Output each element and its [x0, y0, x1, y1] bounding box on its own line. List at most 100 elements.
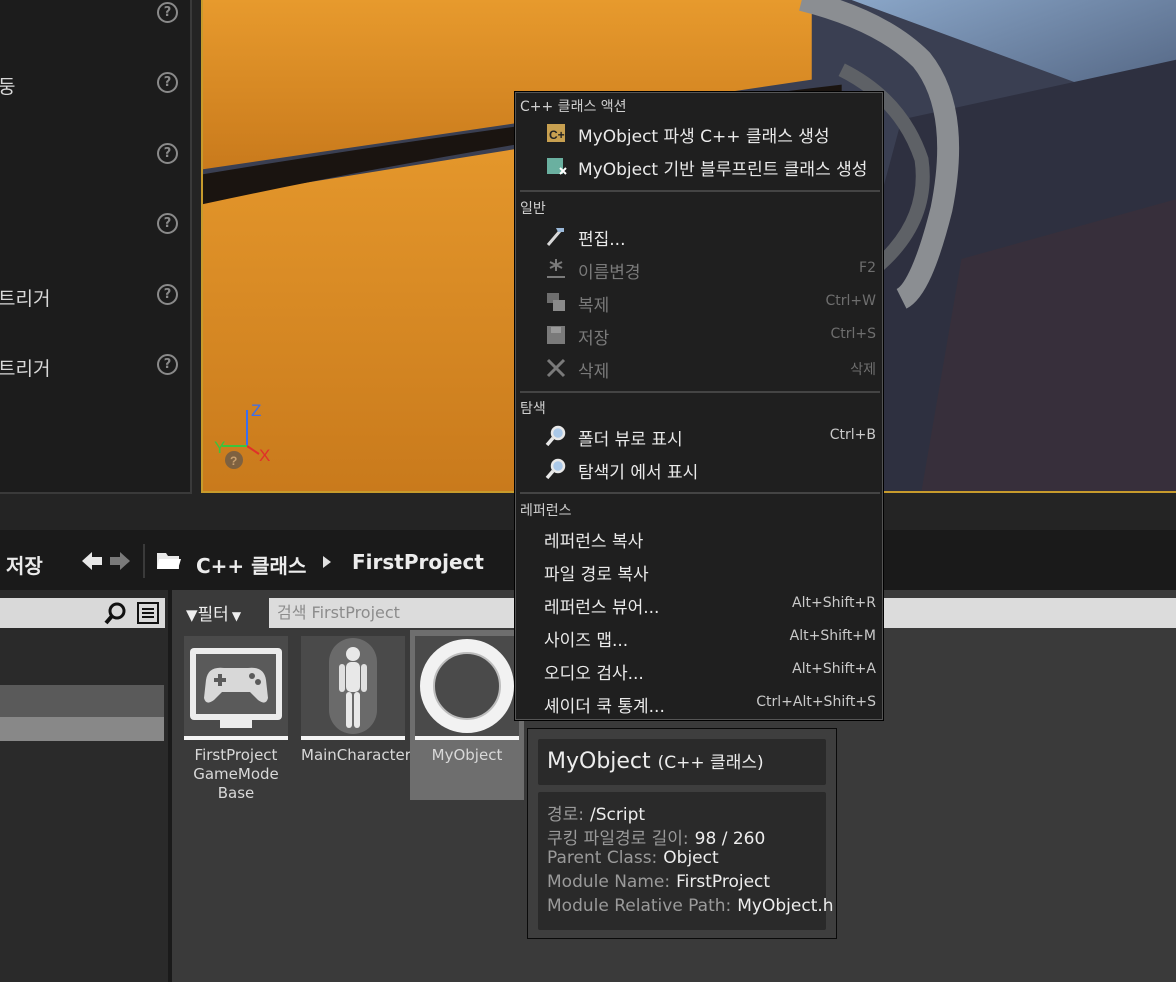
tooltip-value: FirstProject [676, 872, 771, 892]
menu-item-edit[interactable]: 편집... [516, 220, 882, 253]
filter-icon: ▼ [186, 606, 198, 624]
menu-separator [520, 492, 880, 494]
menu-item-label: 삭제 [578, 362, 610, 382]
menu-item-label: 복제 [578, 296, 610, 316]
tooltip-value: 98 / 260 [694, 829, 766, 849]
save-all-button[interactable]: 저장 [6, 550, 43, 579]
menu-item-size-map[interactable]: 사이즈 맵... Alt+Shift+M [516, 621, 882, 654]
details-row: 트리거 ? [0, 352, 190, 382]
tooltip-row: Module Name: FirstProject [547, 872, 770, 892]
details-row: ? [0, 0, 190, 30]
asset-tile[interactable]: FirstProject GameMode Base [184, 636, 288, 803]
search-icon[interactable] [104, 601, 128, 625]
menu-item-shortcut: 삭제 [850, 362, 876, 378]
tooltip-key: Module Relative Path: [547, 896, 732, 916]
help-icon[interactable]: ? [157, 284, 178, 305]
tooltip-row: Module Relative Path: MyObject.h [547, 896, 834, 916]
menu-section-explore: 탐색 [520, 401, 546, 417]
asset-name: FirstProject GameMode Base [193, 746, 279, 802]
details-panel: ? 둥 ? ? ? 트리거 ? 트리거 ? [0, 0, 192, 494]
tooltip-key: 경로: [547, 805, 585, 825]
menu-item-shortcut: Ctrl+B [829, 427, 876, 443]
forward-arrow-icon[interactable] [110, 552, 130, 570]
details-row-label: 트리거 [0, 358, 51, 380]
menu-item-show-in-explorer[interactable]: 탐색기 에서 표시 [516, 453, 882, 486]
duplicate-icon [547, 293, 565, 311]
breadcrumb-chevron-icon[interactable] [323, 556, 331, 568]
menu-item-create-cpp-subclass[interactable]: C+ MyObject 파생 C++ 클래스 생성 [516, 117, 882, 150]
menu-item-duplicate[interactable]: 복제 Ctrl+W [516, 286, 882, 319]
axis-z-label: Z [251, 401, 261, 420]
asset-name: MainCharacter [301, 746, 411, 764]
folder-icon [157, 553, 181, 569]
delete-icon [546, 358, 566, 378]
blueprint-class-icon [547, 158, 567, 175]
menu-item-label: 오디오 검사... [544, 664, 644, 684]
help-icon[interactable]: ? [157, 2, 178, 23]
tooltip-row: Parent Class: Object [547, 848, 719, 868]
tree-item-highlighted[interactable] [0, 717, 164, 741]
help-icon[interactable]: ? [157, 213, 178, 234]
menu-section-reference: 레퍼런스 [520, 503, 572, 519]
menu-section-cpp: C++ 클래스 액션 [520, 99, 627, 115]
menu-item-delete[interactable]: 삭제 삭제 [516, 352, 882, 385]
breadcrumb-firstproject[interactable]: FirstProject [352, 550, 484, 574]
menu-item-create-blueprint-class[interactable]: MyObject 기반 블루프린트 클래스 생성 [516, 150, 882, 183]
asset-tile-selected[interactable]: MyObject [410, 630, 524, 800]
tooltip-key: Module Name: [547, 872, 671, 892]
menu-item-label: MyObject 파생 C++ 클래스 생성 [578, 127, 830, 147]
magnifier-icon [545, 458, 566, 480]
chevron-down-icon: ▼ [231, 609, 242, 623]
svg-text:C+: C+ [549, 128, 565, 142]
asset-tile[interactable]: MainCharacter [301, 636, 411, 765]
menu-item-shortcut: Alt+Shift+M [789, 628, 876, 644]
tooltip-value: /Script [590, 805, 646, 825]
magnifier-icon [545, 425, 566, 447]
help-icon[interactable]: ? [157, 354, 178, 375]
help-icon[interactable]: ? [157, 143, 178, 164]
tooltip-value: MyObject.h [737, 896, 834, 916]
tooltip-value: Object [663, 848, 719, 868]
menu-item-shader-cook-stats[interactable]: 셰이더 쿡 통계... Ctrl+Alt+Shift+S [516, 687, 882, 720]
menu-item-save[interactable]: 저장 Ctrl+S [516, 319, 882, 352]
menu-item-audit-assets[interactable]: 오디오 검사... Alt+Shift+A [516, 654, 882, 687]
menu-item-label: 파일 경로 복사 [544, 565, 649, 585]
menu-item-label: 이름변경 [578, 263, 641, 283]
tooltip-asset-name: MyObject [547, 749, 651, 774]
cpp-class-icon: C+ [547, 124, 565, 142]
sources-tree-pane [0, 590, 172, 982]
view-options-icon[interactable] [136, 601, 160, 625]
save-icon [547, 326, 565, 344]
menu-item-copy-file-path[interactable]: 파일 경로 복사 [516, 555, 882, 588]
menu-item-shortcut: Ctrl+S [830, 326, 876, 342]
axis-x-label: X [259, 446, 270, 465]
gamepad-icon [190, 648, 282, 728]
asset-tooltip: MyObject (C++ 클래스) 경로:/Script 쿠킹 파일경로 길이… [527, 728, 837, 939]
details-row: ? [0, 211, 190, 241]
back-arrow-icon[interactable] [82, 552, 102, 570]
menu-item-copy-reference[interactable]: 레퍼런스 복사 [516, 522, 882, 555]
asset-thumbnail [301, 636, 405, 740]
tooltip-header: MyObject (C++ 클래스) [538, 739, 826, 785]
menu-item-show-in-folder-view[interactable]: 폴더 뷰로 표시 Ctrl+B [516, 420, 882, 453]
filter-button[interactable]: ▼필터 ▼ [186, 600, 241, 625]
breadcrumb-cpp-classes[interactable]: C++ 클래스 [196, 550, 306, 579]
axis-y-label: Y [214, 438, 225, 457]
menu-item-label: 셰이더 쿡 통계... [544, 697, 665, 717]
menu-item-reference-viewer[interactable]: 레퍼런스 뷰어... Alt+Shift+R [516, 588, 882, 621]
tree-item-selected[interactable] [0, 685, 164, 717]
menu-item-shortcut: Ctrl+W [825, 293, 876, 309]
menu-item-label: 탐색기 에서 표시 [578, 463, 699, 483]
tooltip-title: MyObject (C++ 클래스) [547, 748, 764, 774]
asset-thumbnail [415, 636, 519, 740]
help-icon[interactable]: ? [157, 72, 178, 93]
menu-item-rename[interactable]: 이름변경 F2 [516, 253, 882, 286]
menu-item-label: 레퍼런스 뷰어... [544, 598, 660, 618]
tooltip-row: 경로:/Script [547, 800, 645, 825]
menu-item-shortcut: Alt+Shift+R [792, 595, 876, 611]
menu-item-label: 사이즈 맵... [544, 631, 629, 651]
menu-item-shortcut: Ctrl+Alt+Shift+S [756, 694, 876, 710]
menu-item-label: 저장 [578, 329, 610, 349]
tooltip-key: Parent Class: [547, 848, 658, 868]
menu-item-label: 편집... [578, 230, 626, 250]
